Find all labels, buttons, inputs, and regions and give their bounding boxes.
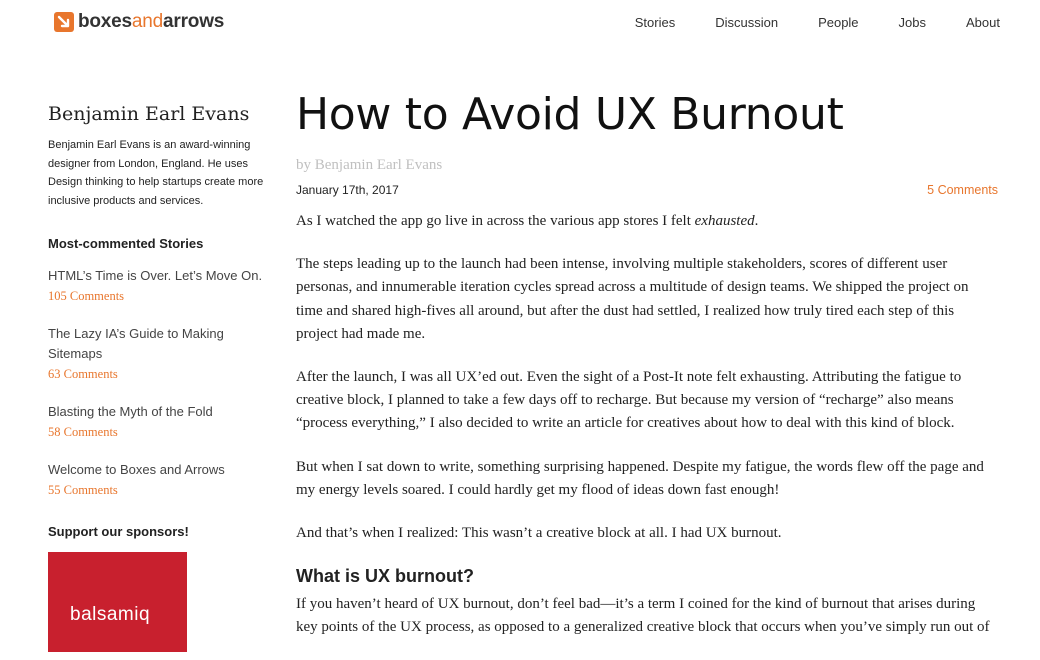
nav-discussion[interactable]: Discussion [715,15,778,31]
author-name: Benjamin Earl Evans [48,103,250,125]
nav-jobs[interactable]: Jobs [899,15,926,31]
sponsor-ad-text: balsamiq [70,604,151,625]
article: How to Avoid UX Burnout by Benjamin Earl… [296,86,998,660]
article-body: As I watched the app go live in across t… [296,210,998,640]
paragraph: After the launch, I was all UX’ed out. E… [296,369,962,432]
section-heading: What is UX burnout? [296,566,474,587]
site-header: boxesandarrows Stories Discussion People… [0,0,1040,46]
story-title-link[interactable]: HTML’s Time is Over. Let’s Move On. [48,266,268,286]
story-item: HTML’s Time is Over. Let’s Move On. 105 … [48,266,268,306]
story-comments-link[interactable]: 63 Comments [48,364,268,384]
story-title-link[interactable]: Blasting the Myth of the Fold [48,402,268,422]
article-meta: January 17th, 2017 5 Comments [296,182,998,198]
paragraph: As I watched the app go live in across t… [296,213,759,229]
paragraph: The steps leading up to the launch had b… [296,256,969,342]
paragraph: But when I sat down to write, something … [296,458,984,498]
story-item: Blasting the Myth of the Fold 58 Comment… [48,402,268,442]
nav-people[interactable]: People [818,15,858,31]
site-logo[interactable]: boxesandarrows [54,12,224,32]
sidebar: Benjamin Earl Evans Benjamin Earl Evans … [48,100,268,652]
nav-stories[interactable]: Stories [635,15,675,31]
logo-wordmark: boxesandarrows [78,11,225,32]
sponsor-ad-balsamiq[interactable]: balsamiq [48,552,187,652]
story-title-link[interactable]: The Lazy IA’s Guide to Making Sitemaps [48,324,268,364]
story-item: The Lazy IA’s Guide to Making Sitemaps 6… [48,324,268,384]
most-commented-heading: Most-commented Stories [48,236,204,251]
story-comments-link[interactable]: 58 Comments [48,422,268,442]
sponsors-heading: Support our sponsors! [48,524,189,539]
story-item: Welcome to Boxes and Arrows 55 Comments [48,460,268,500]
emphasis-text: exhausted [694,213,755,229]
logo-arrow-icon [54,12,74,32]
author-bio: Benjamin Earl Evans is an award-winning … [48,139,264,207]
article-date: January 17th, 2017 [296,183,399,197]
story-title-link[interactable]: Welcome to Boxes and Arrows [48,460,268,480]
article-comments-link[interactable]: 5 Comments [927,182,998,198]
story-comments-link[interactable]: 55 Comments [48,480,268,500]
nav-about[interactable]: About [966,15,1000,31]
article-title: How to Avoid UX Burnout [296,89,844,140]
story-comments-link[interactable]: 105 Comments [48,286,268,306]
paragraph: If you haven’t heard of UX burnout, don’… [296,596,990,636]
article-byline: by Benjamin Earl Evans [296,157,443,173]
main-nav: Stories Discussion People Jobs About [635,15,1000,31]
paragraph: And that’s when I realized: This wasn’t … [296,525,782,542]
